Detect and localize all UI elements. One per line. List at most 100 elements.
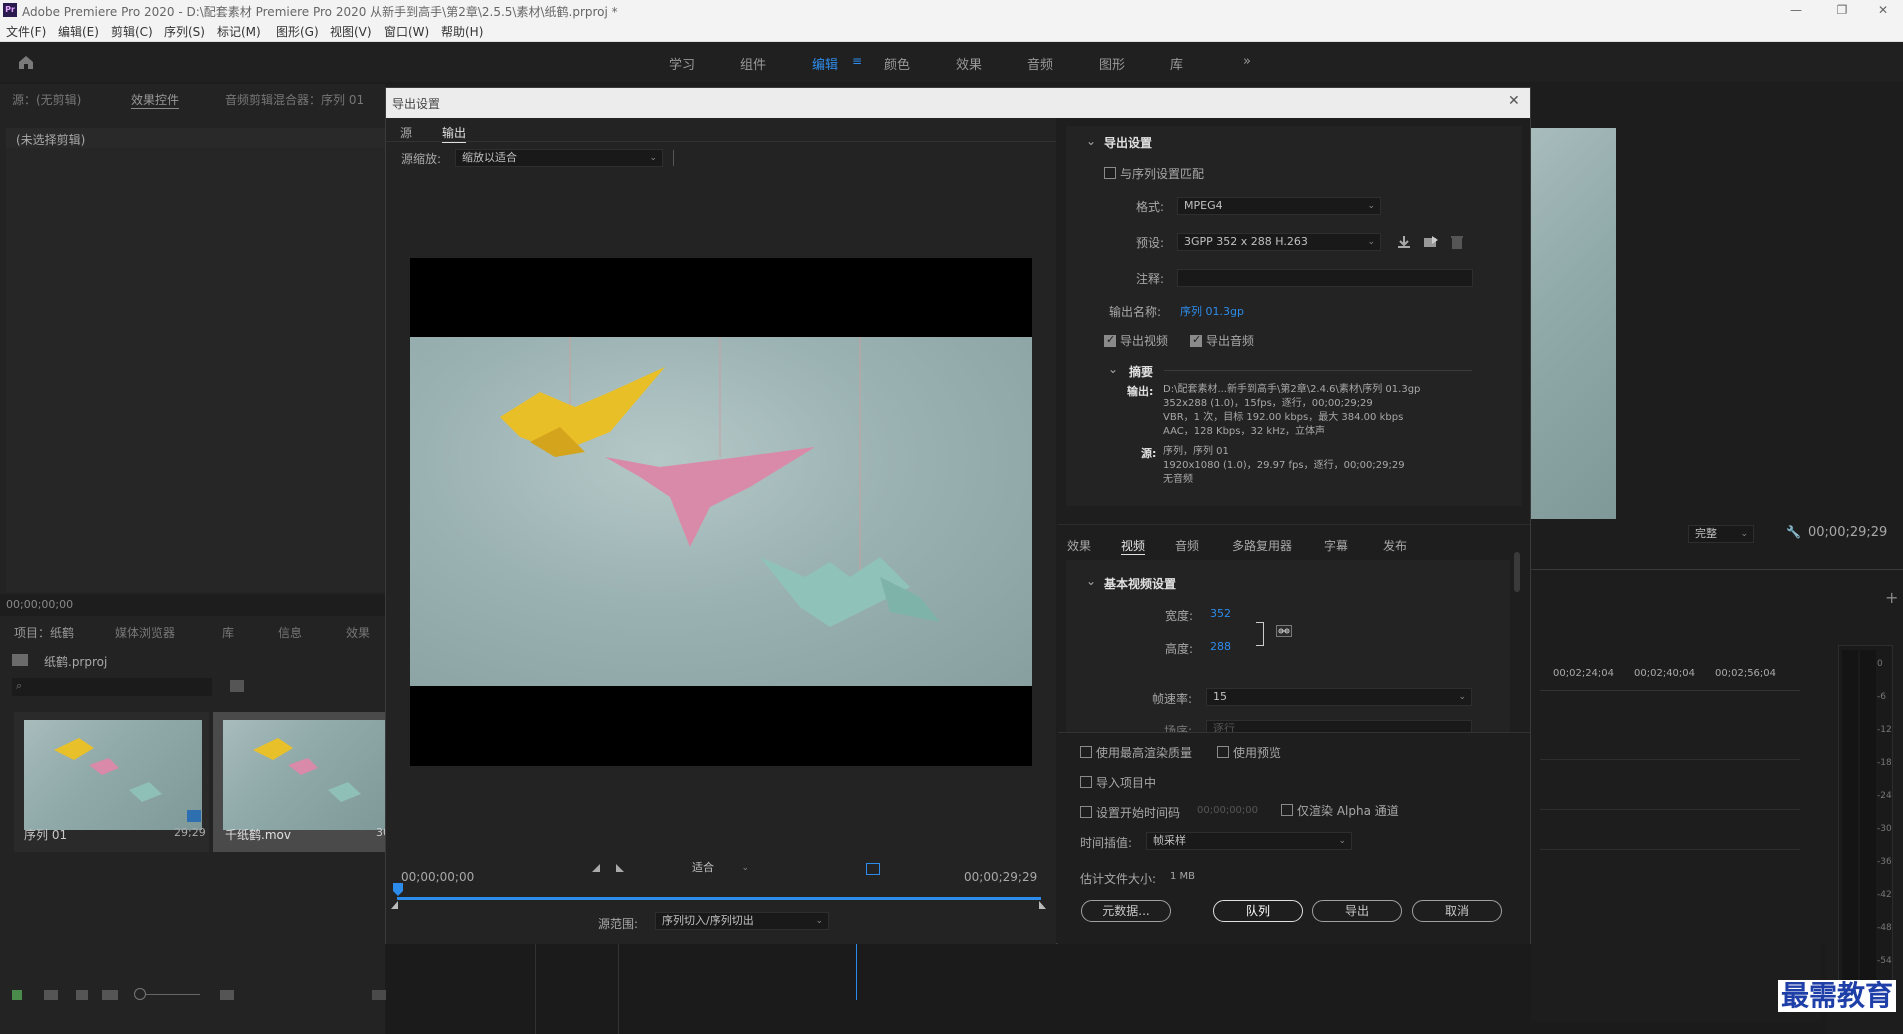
- add-button-icon[interactable]: +: [1885, 588, 1898, 607]
- use-preview-checkbox[interactable]: [1217, 746, 1229, 758]
- comment-input[interactable]: [1177, 269, 1473, 287]
- tab-captions[interactable]: 字幕: [1324, 537, 1348, 554]
- quality-select[interactable]: 完整 ⌄: [1688, 525, 1754, 543]
- menu-sequence[interactable]: 序列(S): [164, 23, 205, 40]
- track-v1[interactable]: [1540, 720, 1800, 760]
- workspace-learn[interactable]: 学习: [669, 54, 695, 73]
- chevron-down-icon[interactable]: ⌄: [1108, 362, 1118, 376]
- format-select[interactable]: MPEG4 ⌄: [1177, 197, 1381, 215]
- export-button[interactable]: 导出: [1312, 900, 1402, 922]
- icon-view-icon[interactable]: [76, 990, 88, 1000]
- time-interpolation-select[interactable]: 帧采样 ⌄: [1146, 832, 1352, 850]
- mark-out-icon[interactable]: [614, 862, 626, 874]
- field-order-select[interactable]: 逐行: [1206, 720, 1472, 732]
- preview-timecode-start[interactable]: 00;00;00;00: [401, 870, 474, 884]
- menu-marker[interactable]: 标记(M): [217, 23, 261, 40]
- tab-effects-settings[interactable]: 效果: [1067, 537, 1091, 554]
- constrain-proportions-icon[interactable]: [1276, 625, 1292, 637]
- chevron-down-icon[interactable]: ⌄: [1086, 134, 1096, 148]
- tab-info[interactable]: 信息: [278, 624, 302, 641]
- import-preset-icon[interactable]: [1422, 234, 1440, 250]
- minimize-button[interactable]: —: [1773, 0, 1819, 20]
- cancel-button[interactable]: 取消: [1412, 900, 1502, 922]
- max-quality-checkbox[interactable]: [1080, 746, 1092, 758]
- program-timecode[interactable]: 00;00;29;29: [1808, 525, 1887, 540]
- lock-icon[interactable]: [12, 990, 22, 1000]
- project-item-sequence[interactable]: 序列 01 29;29: [14, 712, 209, 852]
- tab-video-settings[interactable]: 视频: [1121, 537, 1146, 555]
- list-view-icon[interactable]: [44, 990, 58, 1000]
- source-range-bar[interactable]: [397, 897, 1041, 900]
- track-a2[interactable]: [1540, 820, 1800, 850]
- out-point-marker[interactable]: [1038, 900, 1048, 910]
- save-preset-icon[interactable]: [1396, 234, 1412, 250]
- tab-multiplexer[interactable]: 多路复用器: [1232, 537, 1292, 554]
- height-value[interactable]: 288: [1210, 640, 1231, 653]
- project-search-input[interactable]: ⌕: [12, 678, 212, 696]
- new-bin-icon[interactable]: [230, 680, 244, 692]
- workspace-assembly[interactable]: 组件: [740, 54, 766, 73]
- import-project-checkbox[interactable]: [1080, 776, 1092, 788]
- set-start-timecode-checkbox[interactable]: [1080, 806, 1092, 818]
- tab-libraries[interactable]: 库: [222, 624, 234, 641]
- tab-source-preview[interactable]: 源: [400, 124, 412, 141]
- close-button[interactable]: ✕: [1860, 0, 1903, 20]
- playhead-handle-icon[interactable]: [392, 882, 404, 898]
- fps-select[interactable]: 15 ⌄: [1206, 688, 1472, 706]
- menu-clip[interactable]: 剪辑(C): [111, 23, 153, 40]
- tab-media-browser[interactable]: 媒体浏览器: [115, 624, 175, 641]
- workspace-graphics[interactable]: 图形: [1099, 54, 1125, 73]
- timeline-playhead[interactable]: [856, 944, 857, 1000]
- source-range-select[interactable]: 序列切入/序列切出 ⌄: [655, 912, 829, 930]
- tab-project[interactable]: 项目：纸鹤: [14, 624, 74, 641]
- delete-preset-icon[interactable]: [1450, 234, 1464, 250]
- export-video-checkbox[interactable]: [1104, 333, 1116, 347]
- mark-in-icon[interactable]: [590, 862, 602, 874]
- menu-view[interactable]: 视图(V): [330, 23, 372, 40]
- tab-effects[interactable]: 效果: [346, 624, 370, 641]
- sort-icon[interactable]: [220, 990, 234, 1000]
- workspace-audio[interactable]: 音频: [1027, 54, 1053, 73]
- source-scale-select[interactable]: 缩放以适合 ⌄: [455, 149, 663, 167]
- workspace-menu-icon[interactable]: ≡: [852, 54, 862, 68]
- preview-timecode-end[interactable]: 00;00;29;29: [964, 870, 1037, 884]
- restore-button[interactable]: ❐: [1819, 0, 1865, 20]
- output-name-link[interactable]: 序列 01.3gp: [1180, 303, 1244, 319]
- dialog-close-button[interactable]: ✕: [1508, 93, 1520, 109]
- fit-select[interactable]: 适合 ⌄: [686, 860, 754, 878]
- tab-effect-controls[interactable]: 效果控件: [131, 91, 180, 109]
- workspace-color[interactable]: 颜色: [884, 54, 910, 73]
- start-timecode-value[interactable]: 00;00;00;00: [1197, 805, 1258, 816]
- menu-window[interactable]: 窗口(W): [384, 23, 429, 40]
- chevron-down-icon[interactable]: ⌄: [1086, 574, 1096, 588]
- export-audio-checkbox[interactable]: [1190, 333, 1202, 347]
- render-alpha-checkbox[interactable]: [1281, 804, 1293, 816]
- wrench-icon[interactable]: 🔧: [1786, 525, 1801, 539]
- tab-publish[interactable]: 发布: [1383, 537, 1407, 554]
- menu-file[interactable]: 文件(F): [6, 23, 46, 40]
- automate-icon[interactable]: [372, 990, 386, 1000]
- source-timecode[interactable]: 00;00;00;00: [6, 598, 73, 611]
- home-icon[interactable]: [17, 54, 35, 70]
- menu-edit[interactable]: 编辑(E): [58, 23, 99, 40]
- track-a1[interactable]: [1540, 770, 1800, 810]
- menu-graphics[interactable]: 图形(G): [276, 23, 319, 40]
- workspace-more-button[interactable]: »: [1243, 54, 1251, 69]
- freeform-view-icon[interactable]: [102, 990, 118, 1000]
- zoom-slider[interactable]: [134, 988, 146, 1000]
- preset-select[interactable]: 3GPP 352 x 288 H.263 ⌄: [1177, 233, 1381, 251]
- menu-help[interactable]: 帮助(H): [441, 23, 483, 40]
- match-sequence-checkbox[interactable]: [1104, 167, 1116, 179]
- queue-button[interactable]: 队列: [1213, 900, 1303, 922]
- workspace-libraries[interactable]: 库: [1170, 54, 1183, 73]
- in-point-marker[interactable]: [390, 900, 400, 910]
- workspace-effects[interactable]: 效果: [956, 54, 982, 73]
- tab-source[interactable]: 源：(无剪辑): [12, 91, 81, 108]
- aspect-correction-icon[interactable]: [866, 863, 880, 875]
- zoom-track[interactable]: [146, 994, 200, 995]
- tab-audio-clip-mixer[interactable]: 音频剪辑混合器：序列 01: [225, 91, 364, 108]
- width-value[interactable]: 352: [1210, 607, 1231, 620]
- metadata-button[interactable]: 元数据...: [1081, 900, 1171, 922]
- settings-scrollbar[interactable]: [1514, 552, 1520, 592]
- tab-audio-settings[interactable]: 音频: [1175, 537, 1199, 554]
